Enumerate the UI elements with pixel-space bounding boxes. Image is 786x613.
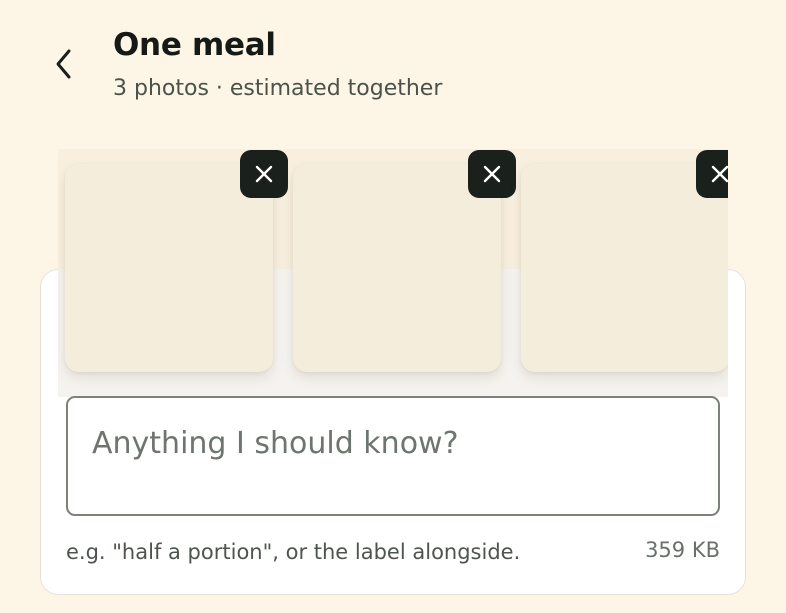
close-icon — [483, 165, 501, 183]
close-icon — [711, 165, 728, 183]
back-button[interactable] — [44, 44, 84, 84]
page-subtitle: 3 photos · estimated together — [113, 76, 443, 101]
page-title: One meal — [113, 27, 276, 63]
photo-thumbnail-1[interactable] — [65, 164, 273, 372]
photo-thumbnail-2[interactable] — [293, 164, 501, 372]
close-icon — [255, 165, 273, 183]
remove-photo-button-3[interactable] — [696, 150, 728, 198]
note-hint: e.g. "half a portion", or the label alon… — [66, 540, 521, 564]
photo-strip[interactable] — [58, 149, 728, 397]
remove-photo-button-1[interactable] — [240, 150, 288, 198]
photo-thumbnail-3[interactable] — [521, 164, 728, 372]
remove-photo-button-2[interactable] — [468, 150, 516, 198]
meal-screen: One meal 3 photos · estimated together e… — [0, 0, 786, 613]
upload-size: 359 KB — [645, 538, 720, 562]
chevron-left-icon — [56, 49, 71, 79]
note-input[interactable] — [66, 396, 720, 516]
